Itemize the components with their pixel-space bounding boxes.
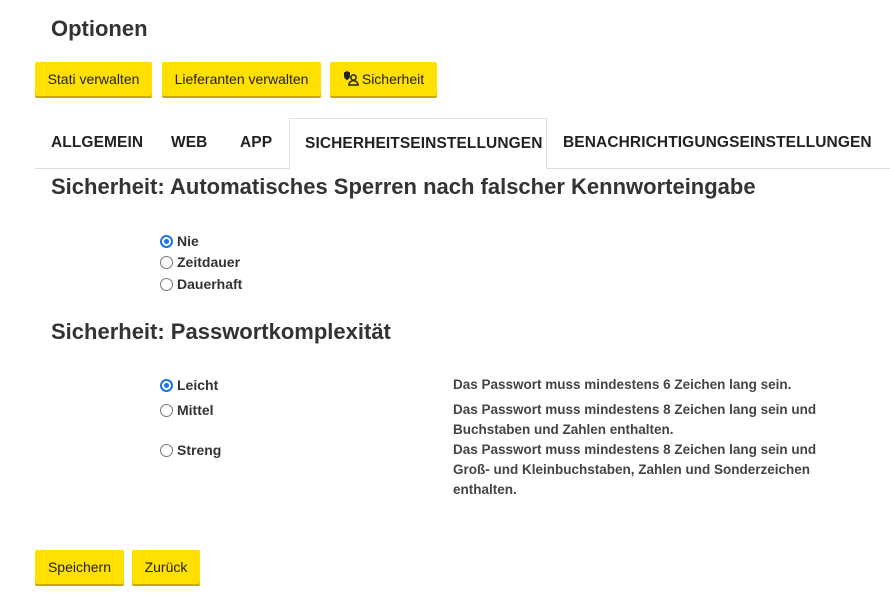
save-label: Speichern (47, 559, 112, 575)
tab-web[interactable]: WEB (171, 118, 207, 168)
lockout-option-label: Nie (177, 233, 199, 249)
complexity-option-mittel[interactable]: Mittel (160, 402, 214, 418)
tab-bar: ALLGEMEIN WEB APP SICHERHEITSEINSTELLUNG… (35, 118, 890, 169)
tab-benachrichtigungseinstellungen[interactable]: BENACHRICHTIGUNGSEINSTELLUNGEN (563, 118, 872, 168)
page-title: Optionen (51, 16, 148, 41)
tab-sicherheitseinstellungen[interactable]: SICHERHEITSEINSTELLUNGEN (289, 118, 547, 169)
complexity-desc-leicht: Das Passwort muss mindestens 6 Zeichen l… (453, 377, 792, 392)
lockout-section-title: Sicherheit: Automatisches Sperren nach f… (51, 174, 756, 199)
lockout-radio-dauerhaft[interactable] (160, 277, 173, 291)
sicherheit-button[interactable]: Sicherheit (330, 62, 437, 96)
lockout-option-nie[interactable]: Nie (160, 233, 199, 249)
complexity-radio-mittel[interactable] (160, 403, 173, 417)
save-button[interactable]: Speichern (35, 550, 124, 584)
tab-allgemein[interactable]: ALLGEMEIN (51, 118, 143, 168)
lockout-option-label: Zeitdauer (177, 254, 241, 270)
lieferanten-verwalten-button[interactable]: Lieferanten verwalten (162, 62, 321, 96)
complexity-option-label: Leicht (177, 377, 219, 393)
stati-verwalten-button[interactable]: Stati verwalten (35, 62, 152, 96)
stati-verwalten-label: Stati verwalten (47, 71, 140, 87)
lockout-radio-zeitdauer[interactable] (160, 255, 173, 269)
complexity-desc-mittel: Das Passwort muss mindestens 8 Zeichen l… (453, 402, 817, 437)
complexity-radio-leicht[interactable] (160, 378, 173, 392)
complexity-option-leicht[interactable]: Leicht (160, 377, 218, 393)
lieferanten-verwalten-label: Lieferanten verwalten (174, 71, 309, 87)
back-label: Zurück (144, 559, 188, 575)
complexity-radio-streng[interactable] (160, 443, 173, 457)
lockout-option-label: Dauerhaft (177, 276, 243, 292)
complexity-option-label: Streng (177, 442, 222, 458)
complexity-desc-streng: Das Passwort muss mindestens 8 Zeichen l… (453, 442, 817, 497)
sicherheit-label: Sicherheit (361, 71, 425, 87)
back-button[interactable]: Zurück (132, 550, 200, 584)
complexity-option-label: Mittel (177, 402, 214, 418)
lockout-radio-nie[interactable] (160, 234, 173, 248)
complexity-section-title: Sicherheit: Passwortkomplexität (51, 319, 391, 344)
lockout-option-dauerhaft[interactable]: Dauerhaft (160, 276, 242, 292)
user-shield-icon (343, 70, 359, 89)
lockout-option-zeitdauer[interactable]: Zeitdauer (160, 254, 240, 270)
complexity-option-streng[interactable]: Streng (160, 442, 221, 458)
tab-app[interactable]: APP (240, 118, 272, 168)
